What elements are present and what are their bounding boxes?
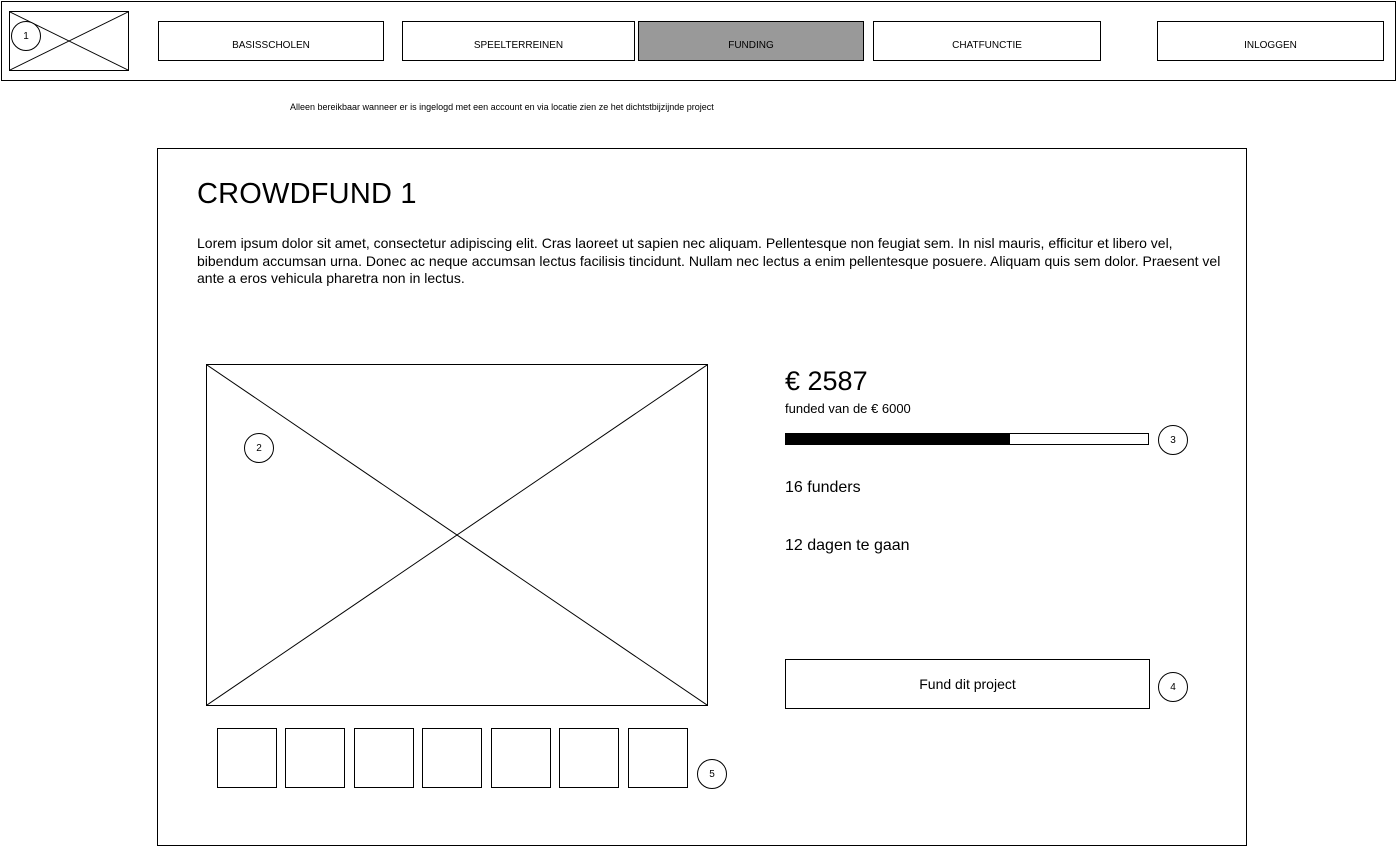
nav-funding-button[interactable]: FUNDING: [638, 21, 864, 61]
annotation-note: Alleen bereikbaar wanneer er is ingelogd…: [290, 102, 714, 112]
funded-amount: € 2587: [785, 366, 868, 396]
nav-speelterreinen-button[interactable]: SPEELTERREINEN: [402, 21, 635, 61]
funding-goal-text: funded van de € 6000: [785, 401, 911, 416]
project-main-image: [206, 364, 708, 706]
nav-inloggen-button[interactable]: INLOGGEN: [1157, 21, 1384, 61]
annotation-marker-1: 1: [11, 21, 41, 51]
nav-basisscholen-button[interactable]: BASISSCHOLEN: [158, 21, 384, 61]
thumbnail-5[interactable]: [491, 728, 551, 788]
fund-project-button[interactable]: Fund dit project: [785, 659, 1150, 709]
project-description: Lorem ipsum dolor sit amet, consectetur …: [197, 235, 1221, 286]
thumbnail-1[interactable]: [217, 728, 277, 788]
annotation-marker-4: 4: [1158, 672, 1188, 702]
thumbnail-3[interactable]: [354, 728, 414, 788]
project-title: CROWDFUND 1: [197, 178, 417, 210]
funders-count: 16 funders: [785, 479, 861, 496]
days-remaining: 12 dagen te gaan: [785, 537, 910, 554]
funding-progress-bar: [785, 433, 1149, 445]
thumbnail-2[interactable]: [285, 728, 345, 788]
annotation-marker-2: 2: [244, 433, 274, 463]
image-placeholder-icon: [207, 365, 707, 705]
annotation-marker-3: 3: [1158, 425, 1188, 455]
nav-chatfunctie-button[interactable]: CHATFUNCTIE: [873, 21, 1101, 61]
funding-progress-fill: [786, 434, 1011, 444]
thumbnail-4[interactable]: [422, 728, 482, 788]
annotation-marker-5: 5: [697, 759, 727, 789]
thumbnail-7[interactable]: [628, 728, 688, 788]
thumbnail-6[interactable]: [559, 728, 619, 788]
